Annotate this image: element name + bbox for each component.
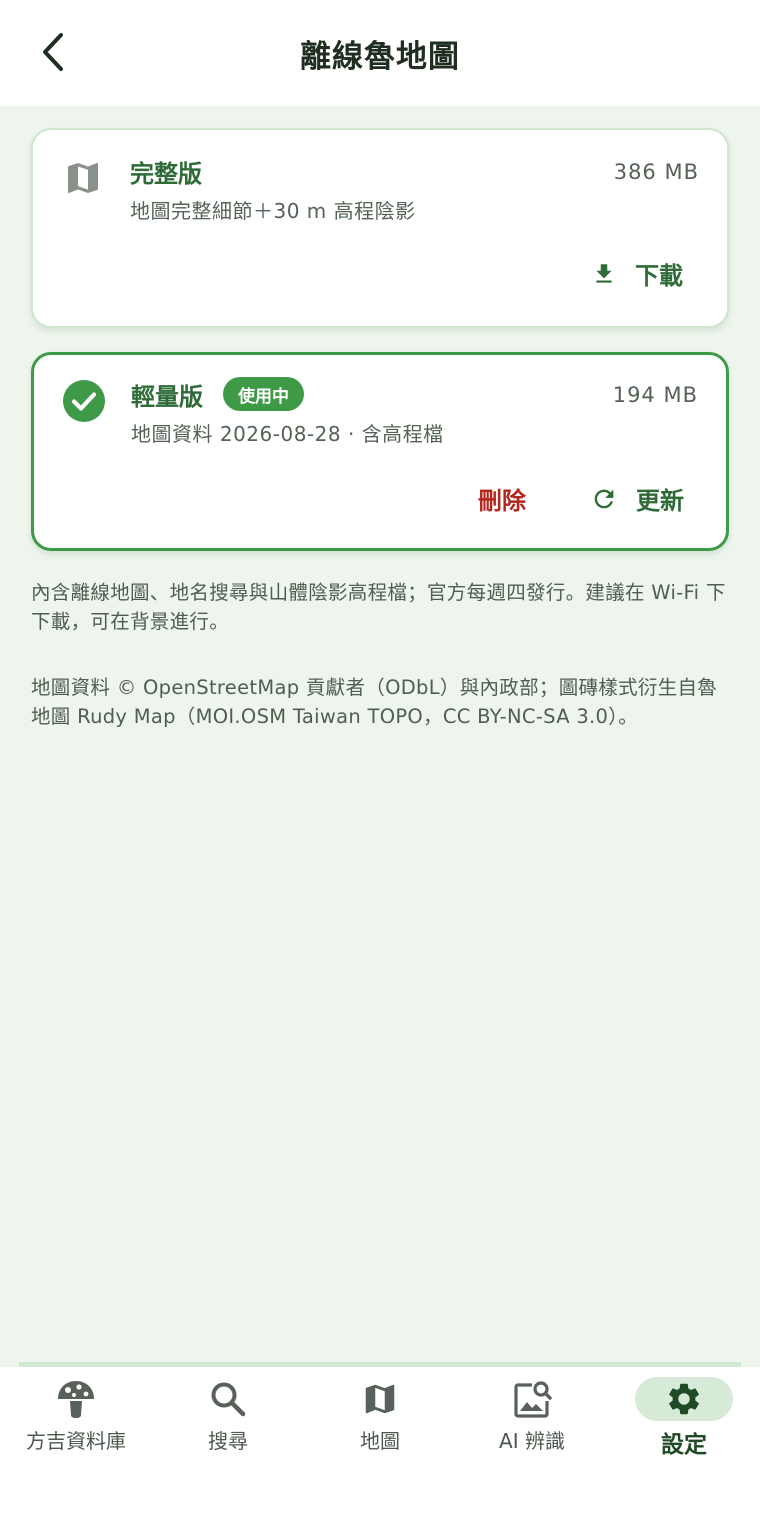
bottom-navigation-bar: 方吉資料庫 搜尋 地圖 AI 辨識 設定 bbox=[0, 1367, 760, 1535]
nav-item-search[interactable]: 搜尋 bbox=[152, 1367, 304, 1467]
nav-label: 地圖 bbox=[360, 1429, 400, 1453]
check-circle-icon bbox=[62, 379, 106, 423]
nav-label: 搜尋 bbox=[208, 1429, 248, 1453]
page-title: 離線魯地圖 bbox=[300, 38, 460, 75]
delete-button[interactable]: 刪除 bbox=[478, 481, 526, 516]
download-label: 下載 bbox=[635, 262, 683, 290]
nav-item-map[interactable]: 地圖 bbox=[304, 1367, 456, 1467]
top-app-bar: 離線魯地圖 bbox=[0, 0, 760, 106]
nav-icon-container bbox=[483, 1377, 581, 1421]
card-file-size: 194 MB bbox=[612, 383, 698, 407]
search-icon bbox=[211, 1382, 246, 1417]
map-icon bbox=[365, 1384, 395, 1414]
refresh-icon bbox=[594, 489, 614, 508]
card-file-size: 386 MB bbox=[613, 160, 699, 184]
nav-label: AI 辨識 bbox=[499, 1429, 565, 1453]
app-screen: 離線魯地圖 完整版 386 MB 地圖完整細節＋30 m 高程陰影 下載 輕量版… bbox=[0, 0, 760, 1535]
nav-item-fungi-database[interactable]: 方吉資料庫 bbox=[0, 1367, 152, 1467]
nav-label: 方吉資料庫 bbox=[26, 1429, 126, 1453]
chevron-left-icon bbox=[43, 33, 63, 71]
back-button[interactable] bbox=[28, 26, 80, 78]
nav-icon-container bbox=[331, 1377, 429, 1421]
card-description: 地圖完整細節＋30 m 高程陰影 bbox=[130, 199, 416, 223]
nav-icon-container bbox=[27, 1377, 125, 1421]
card-title: 完整版 bbox=[130, 160, 202, 188]
image-search-icon bbox=[514, 1381, 552, 1418]
nav-item-ai-identify[interactable]: AI 辨識 bbox=[456, 1367, 608, 1467]
update-button[interactable]: 更新 bbox=[590, 481, 684, 516]
nav-icon-container bbox=[635, 1377, 733, 1421]
download-icon bbox=[596, 263, 612, 283]
gear-icon bbox=[669, 1383, 699, 1415]
map-icon bbox=[61, 156, 105, 200]
nav-label: 設定 bbox=[661, 1432, 707, 1458]
attribution-text: 地圖資料 © OpenStreetMap 貢獻者（ODbL）與內政部；圖磚樣式衍… bbox=[31, 676, 718, 728]
offline-map-info-text: 內含離線地圖、地名搜尋與山體陰影高程檔；官方每週四發行。建議在 Wi-Fi 下下… bbox=[31, 581, 726, 633]
map-package-card-full: 完整版 386 MB 地圖完整細節＋30 m 高程陰影 下載 bbox=[31, 128, 729, 328]
nav-item-settings[interactable]: 設定 bbox=[608, 1367, 760, 1467]
delete-label: 刪除 bbox=[478, 487, 526, 515]
download-button[interactable]: 下載 bbox=[591, 256, 683, 291]
nav-icon-container bbox=[179, 1377, 277, 1421]
mushroom-icon bbox=[58, 1381, 94, 1418]
update-label: 更新 bbox=[636, 487, 684, 515]
card-description: 地圖資料 2026-08-28 · 含高程檔 bbox=[131, 422, 444, 446]
card-title: 輕量版 bbox=[131, 383, 203, 411]
in-use-badge: 使用中 bbox=[223, 377, 304, 411]
map-package-card-lite: 輕量版 使用中 194 MB 地圖資料 2026-08-28 · 含高程檔 刪除… bbox=[31, 352, 729, 551]
